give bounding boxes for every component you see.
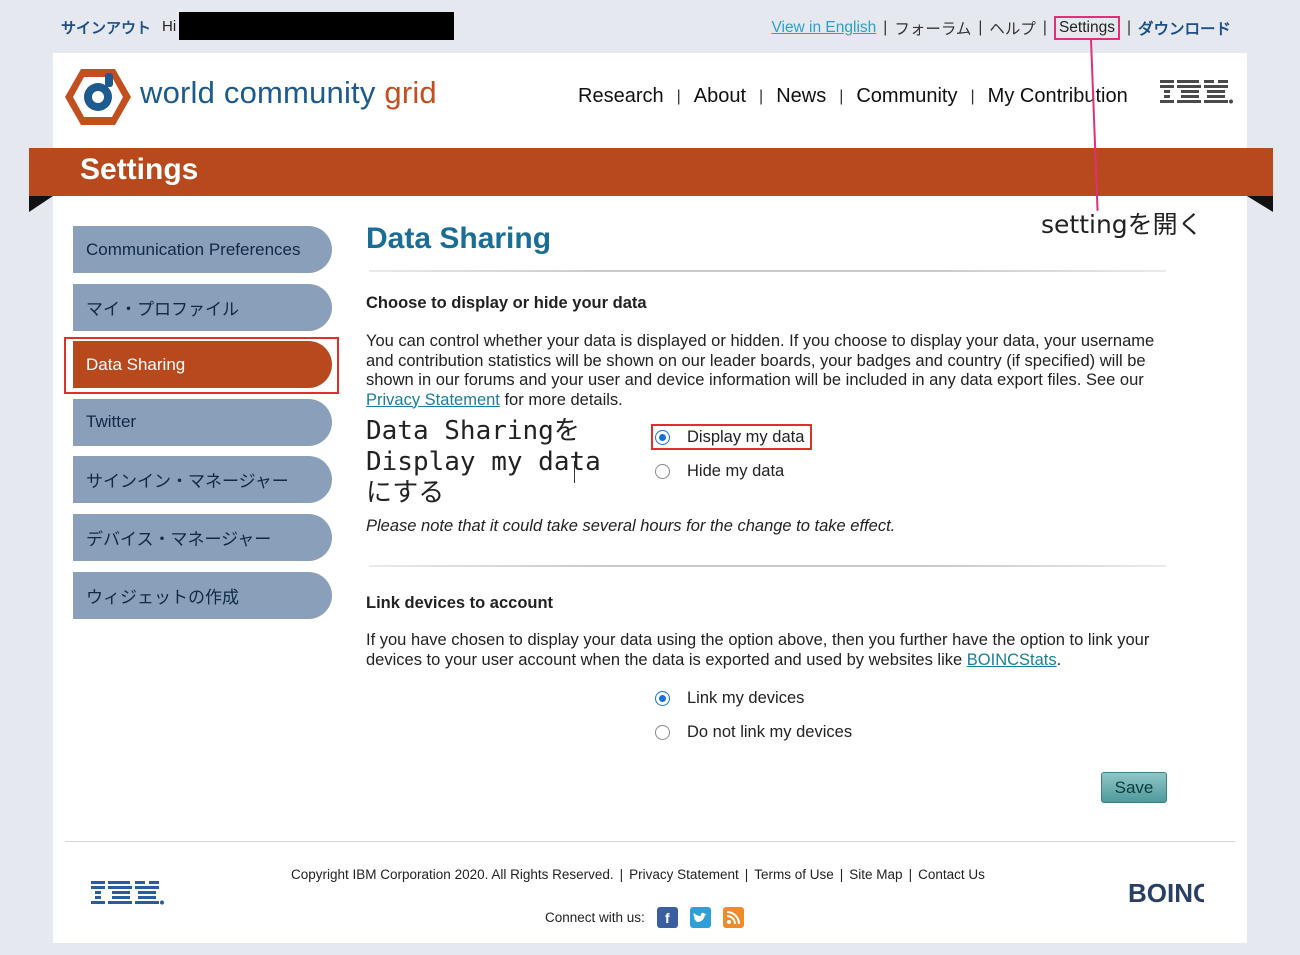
link-my-devices-option[interactable]: Link my devices [655,689,804,708]
social-links: Connect with us: f [545,907,744,928]
divider [369,270,1166,272]
nav-community[interactable]: Community [856,85,957,108]
ibm-logo-icon[interactable] [1160,78,1234,108]
privacy-statement-link[interactable]: Privacy Statement [366,391,500,409]
display-data-heading: Choose to display or hide your data [366,294,647,312]
signout-link[interactable]: サインアウト [61,17,151,38]
divider [369,565,1166,567]
hide-my-data-radio[interactable] [655,464,670,479]
annotation-line-3: にする [366,478,445,508]
rss-icon[interactable] [722,907,744,928]
nav-about[interactable]: About [694,85,746,108]
brand-word-2: grid [375,75,437,110]
footer-privacy-link[interactable]: Privacy Statement [629,867,739,882]
band-fold-left [29,196,53,212]
display-data-body: You can control whether your data is dis… [366,332,1155,389]
do-not-link-devices-option[interactable]: Do not link my devices [655,723,852,742]
boinc-logo-icon[interactable]: BOINC [1128,874,1204,910]
separator: | [759,87,764,105]
link-devices-description: If you have chosen to display your data … [366,631,1171,670]
twitter-icon[interactable] [689,907,711,928]
redacted-username [179,12,454,40]
facebook-icon[interactable]: f [656,907,678,928]
nav-news[interactable]: News [776,85,826,108]
separator: | [883,19,888,36]
separator: | [978,19,983,36]
greeting: Hi [162,18,177,35]
sidebar-item-my-profile[interactable]: マイ・プロファイル [73,283,332,331]
connect-label: Connect with us: [545,910,645,925]
nav-research[interactable]: Research [578,85,664,108]
link-devices-heading: Link devices to account [366,594,554,612]
footer-terms-link[interactable]: Terms of Use [754,867,834,882]
sidebar-item-create-widget[interactable]: ウィジェットの作成 [73,571,332,619]
sidebar-item-device-manager[interactable]: デバイス・マネージャー [73,513,332,561]
separator: | [839,87,844,105]
settings-link[interactable]: Settings [1053,16,1120,40]
link-my-devices-radio[interactable] [655,691,670,706]
copyright-text: Copyright IBM Corporation 2020. All Righ… [291,867,614,882]
boincstats-link[interactable]: BOINCStats [967,651,1057,669]
separator: | [970,87,975,105]
annotation-instruction-left: Data Sharingを Display my data にする [366,416,601,509]
page-title: Settings [80,153,199,186]
ibm-footer-logo-icon[interactable] [90,879,166,909]
annotation-line-1: Data Sharingを [366,416,580,446]
footer-links: Copyright IBM Corporation 2020. All Righ… [291,867,985,882]
separator: | [1126,19,1131,36]
sidebar-item-twitter[interactable]: Twitter [73,398,332,446]
boinc-logo-text: BOINC [1128,878,1204,908]
footer-contact-link[interactable]: Contact Us [918,867,985,882]
sidebar-item-communication-preferences[interactable]: Communication Preferences [73,226,332,273]
do-not-link-devices-radio[interactable] [655,725,670,740]
text-caret [574,461,575,483]
nav-my-contribution[interactable]: My Contribution [988,85,1128,108]
annotation-instruction-right: settingを開く [1041,210,1203,239]
annotation-line-2: Display my data [366,447,601,477]
view-in-english-link[interactable]: View in English [771,19,876,37]
link-my-devices-label[interactable]: Link my devices [687,689,804,708]
annotation-highlight-display-my-data [651,424,812,450]
do-not-link-devices-label[interactable]: Do not link my devices [687,723,852,742]
page-header-band: Settings [29,148,1273,196]
brand-word-1: world community [140,75,376,110]
footer-sitemap-link[interactable]: Site Map [849,867,902,882]
link-devices-body-tail: . [1056,650,1062,669]
help-link[interactable]: ヘルプ [989,17,1036,39]
utility-bar: サインアウト Hi View in English | フォーラム | ヘルプ … [0,0,1300,52]
separator: | [908,867,913,882]
footer-divider [65,841,1235,842]
save-button[interactable]: Save [1101,772,1167,803]
band-fold-right [1247,196,1273,212]
brand-wordmark[interactable]: world community grid [140,75,437,111]
wcg-logo-icon[interactable] [65,67,131,127]
separator: | [619,867,624,882]
separator: | [1042,19,1047,36]
display-data-description: You can control whether your data is dis… [366,332,1171,410]
main-nav: Research | About | News | Community | My… [578,85,1128,108]
hide-my-data-label[interactable]: Hide my data [687,462,784,481]
change-delay-note: Please note that it could take several h… [366,517,896,535]
hide-my-data-option[interactable]: Hide my data [655,462,784,481]
sidebar-item-signin-manager[interactable]: サインイン・マネージャー [73,456,332,504]
forum-link[interactable]: フォーラム [894,17,971,39]
separator: | [676,87,681,105]
display-data-body-tail: for more details. [499,390,623,409]
settings-sidebar: Communication Preferences マイ・プロファイル Data… [73,226,332,629]
separator: | [839,867,844,882]
utility-links: View in English | フォーラム | ヘルプ | Settings… [771,16,1231,40]
annotation-highlight-data-sharing [64,337,339,394]
separator: | [744,867,749,882]
download-link[interactable]: ダウンロード [1138,17,1231,39]
